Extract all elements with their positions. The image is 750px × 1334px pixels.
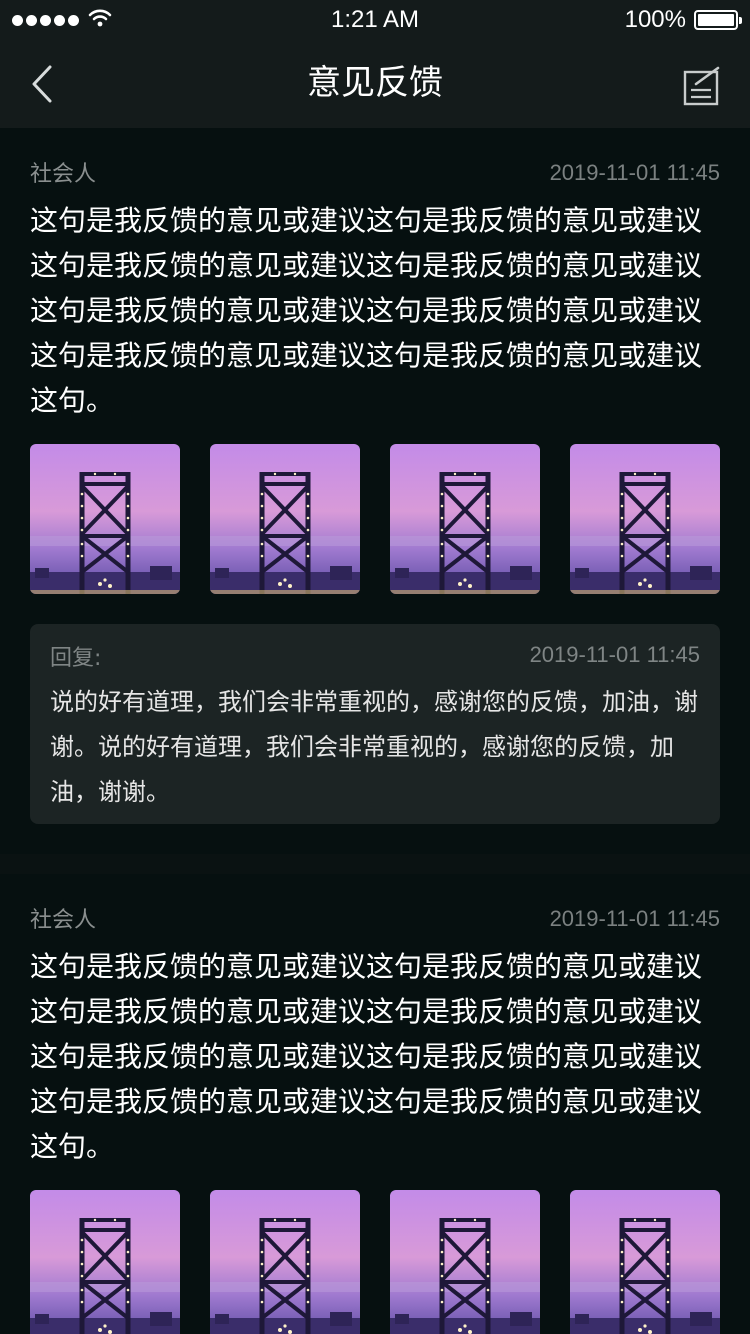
feedback-author: 社会人 <box>30 162 97 187</box>
reply-date: 2019-11-01 11:45 <box>529 642 700 667</box>
navigation-bar: 意见反馈 <box>0 40 750 128</box>
reply-box: 回复: 2019-11-01 11:45 说的好有道理，我们会非常重视的，感谢您… <box>30 624 720 824</box>
feedback-image-list <box>30 444 720 594</box>
feedback-screen: 1:21 AM 100% 意见反馈 社会人 2019-11-01 11:45 这… <box>0 0 750 1334</box>
feedback-content: 这句是我反馈的意见或建议这句是我反馈的意见或建议这句是我反馈的意见或建议这句是我… <box>30 204 703 417</box>
edit-note-icon <box>683 66 720 106</box>
feedback-image[interactable] <box>30 444 180 594</box>
feedback-image[interactable] <box>570 1190 720 1334</box>
feedback-image[interactable] <box>390 444 540 594</box>
feedback-date: 2019-11-01 11:45 <box>549 906 720 931</box>
feedback-author: 社会人 <box>30 908 97 933</box>
reply-label: 回复: <box>50 646 102 671</box>
feedback-image[interactable] <box>210 1190 360 1334</box>
feedback-image[interactable] <box>390 1190 540 1334</box>
feedback-content: 这句是我反馈的意见或建议这句是我反馈的意见或建议这句是我反馈的意见或建议这句是我… <box>30 950 703 1163</box>
feedback-card: 社会人 2019-11-01 11:45 这句是我反馈的意见或建议这句是我反馈的… <box>0 874 750 1334</box>
feedback-card: 社会人 2019-11-01 11:45 这句是我反馈的意见或建议这句是我反馈的… <box>0 128 750 854</box>
battery-indicator: 100% <box>624 0 742 40</box>
battery-icon <box>694 10 742 30</box>
status-bar: 1:21 AM 100% <box>0 0 750 40</box>
feedback-image[interactable] <box>570 444 720 594</box>
page-title: 意见反馈 <box>307 63 443 103</box>
reply-text: 说的好有道理，我们会非常重视的，感谢您的反馈，加油，谢谢。说的好有道理，我们会非… <box>50 688 698 806</box>
feedback-image-list <box>30 1190 720 1334</box>
battery-percent: 100% <box>624 6 686 33</box>
feedback-image[interactable] <box>30 1190 180 1334</box>
feedback-image[interactable] <box>210 444 360 594</box>
feedback-date: 2019-11-01 11:45 <box>549 160 720 185</box>
new-feedback-button[interactable] <box>680 64 724 108</box>
